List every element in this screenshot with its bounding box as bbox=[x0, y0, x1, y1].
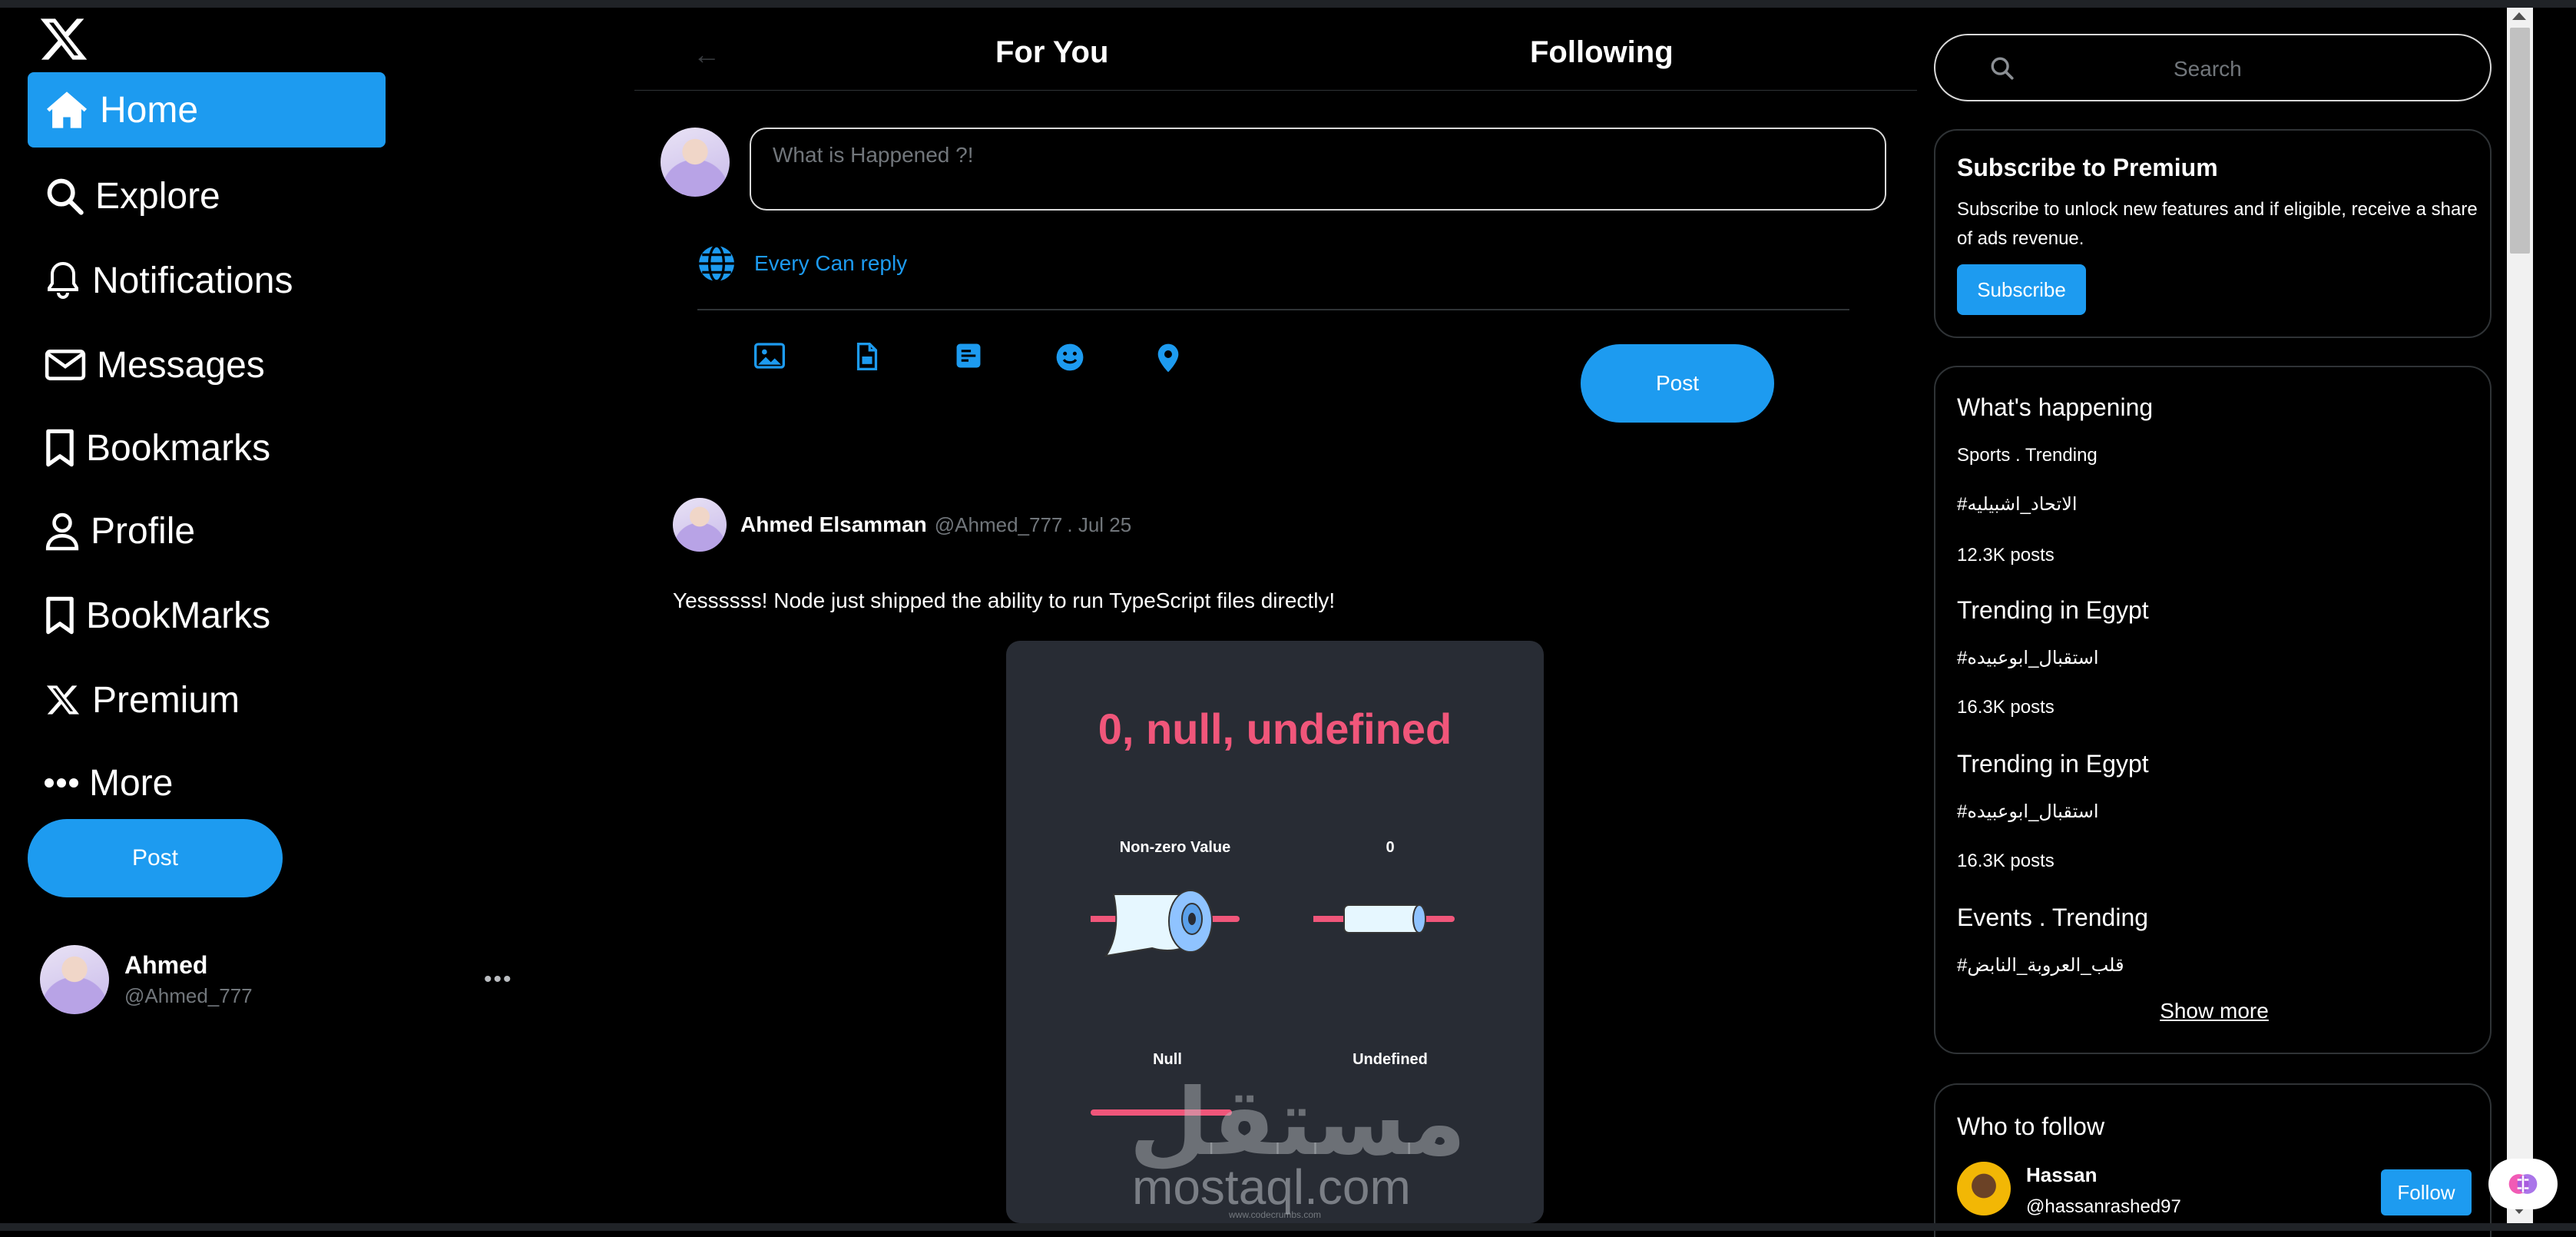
nav-profile-label: Profile bbox=[91, 510, 196, 552]
sidebar-post-button[interactable]: Post bbox=[28, 819, 283, 897]
tweet-author-name[interactable]: Ahmed Elsamman bbox=[740, 512, 927, 537]
card-label-zero: 0 bbox=[1386, 839, 1395, 856]
who-to-follow-panel: Who to follow Hassan @hassanrashed97 Fol… bbox=[1934, 1083, 2492, 1237]
composer-avatar bbox=[661, 128, 730, 197]
user-icon bbox=[45, 512, 79, 551]
trends-panel: What's happening Sports . Trending #الات… bbox=[1934, 366, 2492, 1054]
follow-suggestion-name[interactable]: Hassan bbox=[2026, 1160, 2098, 1189]
trend-3-tag[interactable]: #استقبال_ابوعبيده bbox=[1957, 798, 2099, 827]
nav-explore[interactable]: Explore bbox=[28, 158, 386, 234]
mail-icon bbox=[45, 350, 86, 380]
floating-assistant-button[interactable] bbox=[2488, 1159, 2558, 1209]
tweet-avatar[interactable] bbox=[673, 498, 727, 552]
nav-bookmarks-2[interactable]: BookMarks bbox=[28, 578, 386, 653]
avatar bbox=[40, 945, 109, 1014]
tab-following[interactable]: Following bbox=[1530, 35, 1674, 70]
window-bottom-edge bbox=[0, 1223, 2576, 1231]
nav-profile[interactable]: Profile bbox=[28, 493, 386, 569]
nav-more[interactable]: More bbox=[28, 745, 386, 821]
search-icon bbox=[47, 178, 84, 215]
search-icon bbox=[1991, 57, 2014, 80]
nav-more-label: More bbox=[89, 762, 174, 804]
tweet-text: Yessssss! Node just shipped the ability … bbox=[673, 589, 1336, 612]
location-icon[interactable] bbox=[1157, 343, 1180, 373]
who-to-follow-title: Who to follow bbox=[1957, 1113, 2105, 1140]
tweet-header: Ahmed Elsamman @Ahmed_777 . Jul 25 bbox=[673, 498, 1131, 552]
card-title: 0, null, undefined bbox=[1098, 705, 1452, 753]
ellipsis-icon bbox=[45, 778, 78, 788]
follow-suggestion-handle: @hassanrashed97 bbox=[2026, 1196, 2181, 1217]
show-more-link[interactable]: Show more bbox=[1935, 999, 2493, 1023]
home-icon bbox=[47, 91, 87, 128]
trend-3-posts: 16.3K posts bbox=[1957, 851, 2055, 871]
account-name: Ahmed bbox=[124, 951, 208, 979]
nav-notifications-label: Notifications bbox=[92, 260, 293, 301]
tweet-date: . Jul 25 bbox=[1067, 512, 1132, 536]
nav-home[interactable]: Home bbox=[28, 72, 386, 148]
watermark-small: www.codecrumbs.com bbox=[1229, 1209, 1322, 1220]
trend-1-tag[interactable]: #الاتحاد_اشبيليه bbox=[1957, 490, 2078, 519]
nav-home-label: Home bbox=[100, 89, 199, 131]
nav-messages[interactable]: Messages bbox=[28, 327, 386, 403]
tab-for-you[interactable]: For You bbox=[995, 35, 1108, 70]
compose-post-button[interactable]: Post bbox=[1581, 344, 1774, 423]
trend-2-context: Trending in Egypt bbox=[1957, 596, 2149, 624]
trend-3-context: Trending in Egypt bbox=[1957, 750, 2149, 778]
scrollbar-thumb[interactable] bbox=[2510, 28, 2530, 254]
composer-divider bbox=[697, 309, 1849, 310]
nav-bookmarks-2-label: BookMarks bbox=[86, 595, 271, 636]
trend-4-context: Events . Trending bbox=[1957, 904, 2149, 931]
nav-premium[interactable]: Premium bbox=[28, 662, 386, 738]
nav-explore-label: Explore bbox=[95, 175, 220, 217]
nav-notifications[interactable]: Notifications bbox=[28, 243, 386, 318]
account-switcher[interactable]: Ahmed @Ahmed_777 bbox=[40, 945, 253, 1014]
account-more-icon[interactable]: ••• bbox=[484, 967, 513, 993]
window-top-edge bbox=[0, 0, 2576, 8]
card-label-undefined: Undefined bbox=[1353, 1051, 1428, 1068]
account-handle: @Ahmed_777 bbox=[124, 984, 253, 1007]
nav-bookmarks-label: Bookmarks bbox=[86, 427, 271, 469]
back-arrow-icon[interactable]: ← bbox=[693, 38, 720, 71]
compose-input[interactable]: What is Happened ?! bbox=[750, 128, 1886, 211]
search-placeholder: Search bbox=[2174, 57, 2242, 81]
follow-suggestion-avatar[interactable] bbox=[1957, 1162, 2011, 1215]
nav-premium-label: Premium bbox=[92, 679, 240, 721]
premium-title: Subscribe to Premium bbox=[1957, 154, 2218, 181]
card-label-null: Null bbox=[1153, 1051, 1182, 1068]
emoji-icon[interactable] bbox=[1055, 343, 1084, 372]
toilet-roll-full-illustration bbox=[1091, 890, 1240, 957]
x-logo-icon bbox=[46, 685, 80, 715]
nav-bookmarks[interactable]: Bookmarks bbox=[28, 410, 386, 486]
search-input[interactable]: Search bbox=[1934, 34, 2492, 101]
trend-1-context: Sports . Trending bbox=[1957, 445, 2098, 466]
bookmark-icon bbox=[46, 596, 74, 635]
x-logo-icon[interactable] bbox=[38, 14, 89, 65]
tweet-author-handle[interactable]: @Ahmed_777 bbox=[935, 513, 1063, 537]
premium-panel: Subscribe to Premium Subscribe to unlock… bbox=[1934, 129, 2492, 338]
watermark-latin: mostaql.com bbox=[1132, 1159, 1411, 1215]
nav-messages-label: Messages bbox=[97, 344, 265, 386]
globe-icon bbox=[699, 244, 734, 283]
subscribe-button[interactable]: Subscribe bbox=[1957, 264, 2086, 315]
brain-icon bbox=[2508, 1174, 2538, 1194]
reply-setting[interactable]: Every Can reply bbox=[697, 244, 907, 283]
card-label-nonzero: Non-zero Value bbox=[1119, 839, 1231, 856]
trend-4-tag[interactable]: #قلب_العروبة_النابض bbox=[1957, 951, 2124, 980]
scroll-up-arrow-icon[interactable] bbox=[2512, 12, 2526, 20]
follow-button[interactable]: Follow bbox=[2381, 1169, 2472, 1215]
trend-2-posts: 16.3K posts bbox=[1957, 697, 2055, 718]
trend-2-tag[interactable]: #استقبال_ابوعبيده bbox=[1957, 644, 2099, 673]
poll-icon[interactable] bbox=[955, 343, 982, 369]
reply-setting-label: Every Can reply bbox=[754, 251, 908, 275]
bell-icon bbox=[48, 261, 78, 299]
trend-1-posts: 12.3K posts bbox=[1957, 545, 2055, 565]
bookmark-icon bbox=[46, 429, 74, 467]
premium-text: Subscribe to unlock new features and if … bbox=[1957, 199, 2478, 249]
toilet-roll-empty-illustration bbox=[1313, 904, 1455, 934]
image-icon[interactable] bbox=[754, 343, 785, 369]
timeline-tabs: ← For You Following bbox=[634, 8, 1917, 91]
trends-title: What's happening bbox=[1957, 393, 2154, 421]
file-icon[interactable] bbox=[856, 343, 879, 370]
